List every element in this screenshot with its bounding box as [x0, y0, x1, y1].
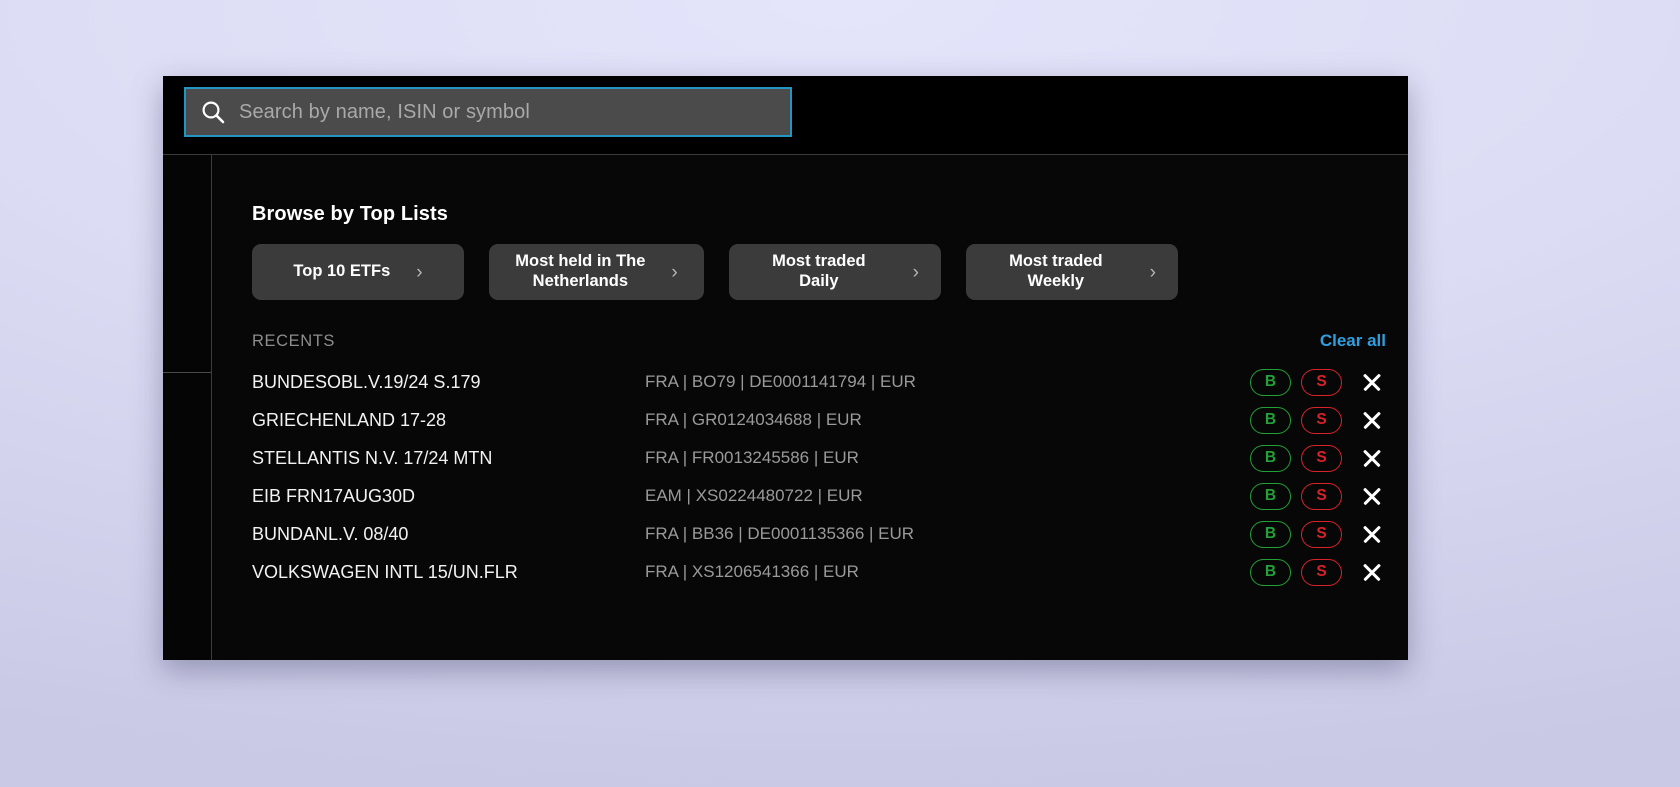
row-actions: B S [1250, 482, 1386, 510]
recents-row[interactable]: BUNDANL.V. 08/40 FRA | BB36 | DE00011353… [252, 515, 1386, 553]
left-rail [163, 155, 212, 660]
chevron-right-icon: › [1149, 261, 1156, 283]
top-list-chip-top-10-etfs[interactable]: Top 10 ETFs › [252, 244, 464, 300]
recents-row[interactable]: BUNDESOBL.V.19/24 S.179 FRA | BO79 | DE0… [252, 363, 1386, 401]
search-input[interactable] [239, 89, 790, 135]
instrument-name: EIB FRN17AUG30D [252, 485, 416, 506]
buy-button[interactable]: B [1250, 482, 1291, 510]
instrument-name: GRIECHENLAND 17-28 [252, 409, 447, 430]
buy-button[interactable]: B [1250, 558, 1291, 586]
instrument-meta: FRA | XS1206541366 | EUR [645, 562, 859, 581]
close-icon[interactable] [1358, 406, 1386, 434]
row-actions: B S [1250, 520, 1386, 548]
top-list-chip-most-traded-weekly[interactable]: Most traded Weekly › [966, 244, 1178, 300]
chip-label: Top 10 ETFs [293, 262, 391, 281]
instrument-name: VOLKSWAGEN INTL 15/UN.FLR [252, 561, 518, 582]
sell-button[interactable]: S [1301, 368, 1342, 396]
instrument-name: STELLANTIS N.V. 17/24 MTN [252, 447, 493, 468]
recents-header: RECENTS Clear all [252, 331, 1386, 351]
search-header [163, 76, 1408, 155]
recents-row[interactable]: EIB FRN17AUG30D EAM | XS0224480722 | EUR… [252, 477, 1386, 515]
instrument-meta: EAM | XS0224480722 | EUR [645, 486, 863, 505]
panel-body: Browse by Top Lists Top 10 ETFs › Most h… [163, 155, 1408, 660]
search-box[interactable] [184, 87, 792, 137]
close-icon[interactable] [1358, 444, 1386, 472]
chip-label: Most traded Daily [772, 252, 866, 290]
close-icon[interactable] [1358, 520, 1386, 548]
buy-button[interactable]: B [1250, 444, 1291, 472]
instrument-search-panel: Browse by Top Lists Top 10 ETFs › Most h… [163, 76, 1408, 660]
buy-button[interactable]: B [1250, 406, 1291, 434]
recents-row[interactable]: STELLANTIS N.V. 17/24 MTN FRA | FR001324… [252, 439, 1386, 477]
close-icon[interactable] [1358, 558, 1386, 586]
instrument-name: BUNDESOBL.V.19/24 S.179 [252, 371, 481, 392]
row-actions: B S [1250, 444, 1386, 472]
row-actions: B S [1250, 406, 1386, 434]
browse-top-lists-title: Browse by Top Lists [252, 203, 449, 225]
row-actions: B S [1250, 558, 1386, 586]
buy-button[interactable]: B [1250, 368, 1291, 396]
clear-all-button[interactable]: Clear all [1320, 331, 1386, 351]
sell-button[interactable]: S [1301, 406, 1342, 434]
recents-list: BUNDESOBL.V.19/24 S.179 FRA | BO79 | DE0… [252, 363, 1386, 591]
instrument-meta: FRA | GR0124034688 | EUR [645, 410, 862, 429]
sell-button[interactable]: S [1301, 558, 1342, 586]
sell-button[interactable]: S [1301, 482, 1342, 510]
chip-label: Most traded Weekly [1009, 252, 1103, 290]
chevron-right-icon: › [671, 261, 678, 283]
recents-row[interactable]: VOLKSWAGEN INTL 15/UN.FLR FRA | XS120654… [252, 553, 1386, 591]
chip-label: Most held in The Netherlands [515, 252, 646, 290]
top-lists-chip-group: Top 10 ETFs › Most held in The Netherlan… [252, 244, 1386, 300]
search-content: Browse by Top Lists Top 10 ETFs › Most h… [212, 155, 1408, 660]
buy-button[interactable]: B [1250, 520, 1291, 548]
close-icon[interactable] [1358, 368, 1386, 396]
top-list-chip-most-traded-daily[interactable]: Most traded Daily › [729, 244, 941, 300]
chevron-right-icon: › [416, 261, 423, 283]
instrument-meta: FRA | BB36 | DE0001135366 | EUR [645, 524, 915, 543]
recents-label: RECENTS [252, 332, 336, 350]
chevron-right-icon: › [912, 261, 919, 283]
recents-row[interactable]: GRIECHENLAND 17-28 FRA | GR0124034688 | … [252, 401, 1386, 439]
row-actions: B S [1250, 368, 1386, 396]
left-rail-divider [163, 372, 211, 373]
sell-button[interactable]: S [1301, 444, 1342, 472]
instrument-name: BUNDANL.V. 08/40 [252, 523, 409, 544]
sell-button[interactable]: S [1301, 520, 1342, 548]
instrument-meta: FRA | BO79 | DE0001141794 | EUR [645, 372, 916, 391]
search-icon [202, 101, 225, 124]
close-icon[interactable] [1358, 482, 1386, 510]
instrument-meta: FRA | FR0013245586 | EUR [645, 448, 859, 467]
top-list-chip-most-held-netherlands[interactable]: Most held in The Netherlands › [489, 244, 704, 300]
